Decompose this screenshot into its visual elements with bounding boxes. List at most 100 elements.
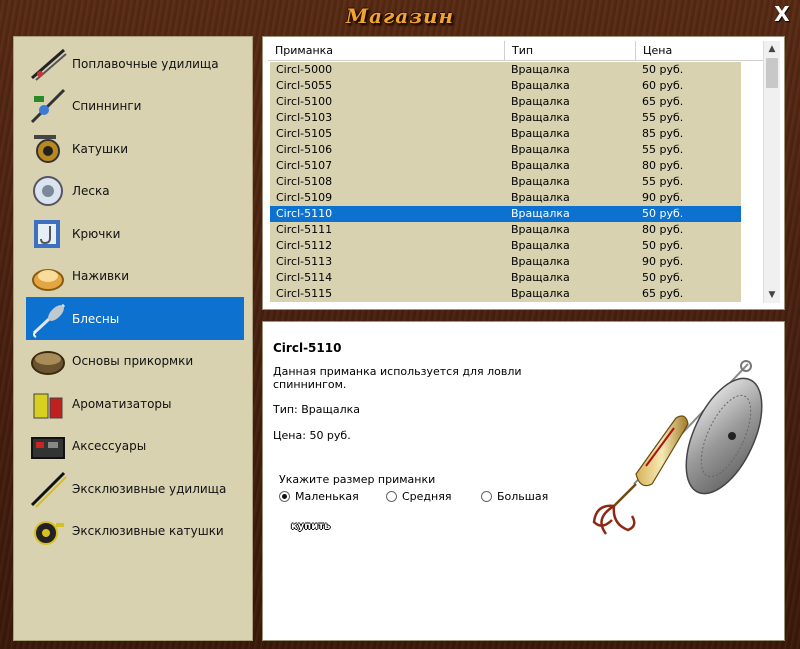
- exclusive-reel-icon: [26, 511, 70, 551]
- price-cell: 60 руб.: [642, 79, 684, 92]
- category-item[interactable]: Эксклюзивные катушки: [26, 510, 244, 553]
- exclusive-rod-icon: [26, 469, 70, 509]
- category-item[interactable]: Катушки: [26, 127, 244, 170]
- float-rod-icon: [26, 44, 70, 84]
- price-cell: 65 руб.: [642, 287, 684, 300]
- size-large-radio[interactable]: Большая: [481, 490, 548, 503]
- table-row[interactable]: Circl-5100 Вращалка 65 руб.: [270, 94, 741, 110]
- category-label: Спиннинги: [72, 99, 142, 113]
- category-item[interactable]: Аксессуары: [26, 425, 244, 468]
- lure-name-cell: Circl-5109: [276, 191, 333, 204]
- table-row[interactable]: Circl-5115 Вращалка 65 руб.: [270, 286, 741, 302]
- size-small-radio[interactable]: Маленькая: [279, 490, 386, 503]
- lure-name-cell: Circl-5112: [276, 239, 333, 252]
- table-row[interactable]: Circl-5107 Вращалка 80 руб.: [270, 158, 741, 174]
- lure-name-cell: Circl-5106: [276, 143, 333, 156]
- type-cell: Вращалка: [511, 191, 570, 204]
- table-row[interactable]: Circl-5103 Вращалка 55 руб.: [270, 110, 741, 126]
- category-label: Ароматизаторы: [72, 396, 172, 411]
- reel-icon: [26, 129, 70, 169]
- category-item[interactable]: Основы прикормки: [26, 340, 244, 383]
- table-row[interactable]: Circl-5111 Вращалка 80 руб.: [270, 222, 741, 238]
- category-item[interactable]: Блесны: [26, 297, 244, 340]
- lure-icon: [26, 299, 70, 339]
- lure-name-cell: Circl-5107: [276, 159, 333, 172]
- radio-dot[interactable]: [386, 491, 397, 502]
- category-item[interactable]: Леска: [26, 170, 244, 213]
- table-row[interactable]: Circl-5114 Вращалка 50 руб.: [270, 270, 741, 286]
- type-cell: Вращалка: [511, 159, 570, 172]
- category-item[interactable]: Ароматизаторы: [26, 382, 244, 425]
- lure-name-cell: Circl-5105: [276, 127, 333, 140]
- price-cell: 85 руб.: [642, 127, 684, 140]
- lure-name-cell: Circl-5114: [276, 271, 333, 284]
- scroll-thumb[interactable]: [766, 58, 778, 88]
- price-cell: 50 руб.: [642, 63, 684, 76]
- price-cell: 55 руб.: [642, 111, 684, 124]
- table-row[interactable]: Circl-5106 Вращалка 55 руб.: [270, 142, 741, 158]
- category-item[interactable]: Спиннинги: [26, 85, 244, 128]
- lure-name-cell: Circl-5100: [276, 95, 333, 108]
- price-cell: 55 руб.: [642, 143, 684, 156]
- type-cell: Вращалка: [511, 287, 570, 300]
- radio-dot[interactable]: [481, 491, 492, 502]
- category-label: Поплавочные удилища: [72, 56, 219, 71]
- lure-name-cell: Circl-5103: [276, 111, 333, 124]
- list-scrollbar[interactable]: ▲ ▼: [763, 41, 780, 303]
- column-header-type[interactable]: Тип: [505, 41, 636, 60]
- flavor-icon: [26, 384, 70, 424]
- type-cell: Вращалка: [511, 271, 570, 284]
- type-cell: Вращалка: [511, 95, 570, 108]
- category-label: Крючки: [72, 226, 121, 241]
- price-cell: 50 руб.: [642, 239, 684, 252]
- category-label: Блесны: [72, 311, 120, 326]
- scroll-down-icon[interactable]: ▼: [764, 287, 780, 303]
- product-table-body: Circl-5000 Вращалка 50 руб. Circl-5055 Враща…: [270, 62, 741, 302]
- price-cell: 55 руб.: [642, 175, 684, 188]
- category-label: Катушки: [72, 141, 128, 156]
- lure-name-cell: Circl-5108: [276, 175, 333, 188]
- size-radio-group: Маленькая Средняя Большая: [279, 490, 548, 503]
- lure-name-cell: Circl-5055: [276, 79, 333, 92]
- table-row[interactable]: Circl-5112 Вращалка 50 руб.: [270, 238, 741, 254]
- category-item[interactable]: Поплавочные удилища: [26, 42, 244, 85]
- close-button[interactable]: X: [772, 4, 792, 24]
- category-label: Основы прикормки: [72, 354, 194, 368]
- type-cell: Вращалка: [511, 79, 570, 92]
- groundbait-icon: [26, 341, 70, 381]
- category-item[interactable]: Эксклюзивные удилища: [26, 467, 244, 510]
- table-row[interactable]: Circl-5110 Вращалка 50 руб.: [270, 206, 741, 222]
- radio-dot[interactable]: [279, 491, 290, 502]
- table-row[interactable]: Circl-5055 Вращалка 60 руб.: [270, 78, 741, 94]
- category-item[interactable]: Наживки: [26, 255, 244, 298]
- size-medium-radio[interactable]: Средняя: [386, 490, 481, 503]
- category-label: Леска: [72, 184, 110, 198]
- column-header-price[interactable]: Цена: [636, 41, 764, 60]
- type-cell: Вращалка: [511, 143, 570, 156]
- category-label: Аксессуары: [72, 439, 147, 453]
- category-item[interactable]: Крючки: [26, 212, 244, 255]
- size-medium-label: Средняя: [402, 490, 452, 503]
- buy-button[interactable]: купить: [291, 521, 330, 532]
- type-cell: Вращалка: [511, 223, 570, 236]
- lure-name-cell: Circl-5000: [276, 63, 333, 76]
- table-row[interactable]: Circl-5113 Вращалка 90 руб.: [270, 254, 741, 270]
- lure-name-cell: Circl-5110: [276, 207, 333, 220]
- table-row[interactable]: Circl-5000 Вращалка 50 руб.: [270, 62, 741, 78]
- price-cell: 50 руб.: [642, 271, 684, 284]
- price-cell: 65 руб.: [642, 95, 684, 108]
- price-cell: 90 руб.: [642, 255, 684, 268]
- price-cell: 80 руб.: [642, 223, 684, 236]
- category-label: Эксклюзивные удилища: [72, 481, 227, 496]
- window-title: Магазин: [345, 4, 455, 28]
- type-cell: Вращалка: [511, 63, 570, 76]
- table-row[interactable]: Circl-5109 Вращалка 90 руб.: [270, 190, 741, 206]
- bait-icon: [26, 256, 70, 296]
- table-row[interactable]: Circl-5105 Вращалка 85 руб.: [270, 126, 741, 142]
- type-cell: Вращалка: [511, 175, 570, 188]
- product-name: Circl-5110: [273, 341, 342, 355]
- lure-name-cell: Circl-5115: [276, 287, 333, 300]
- scroll-up-icon[interactable]: ▲: [764, 41, 780, 57]
- column-header-lure[interactable]: Приманка: [268, 41, 505, 60]
- table-row[interactable]: Circl-5108 Вращалка 55 руб.: [270, 174, 741, 190]
